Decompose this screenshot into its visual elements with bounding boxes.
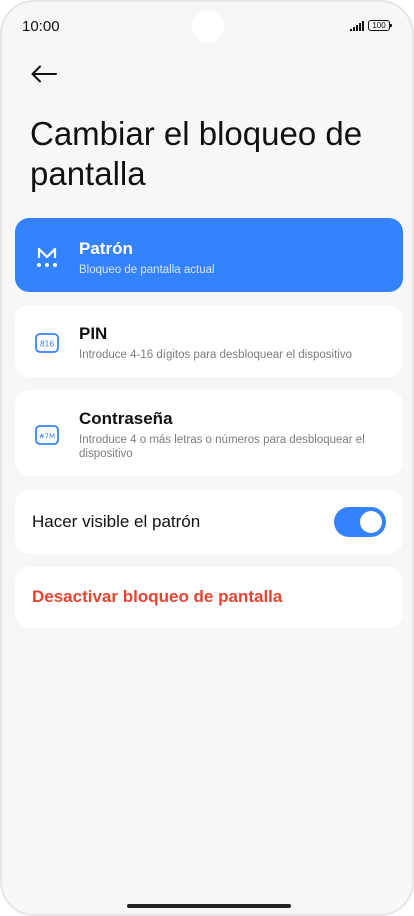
pattern-icon: [35, 245, 59, 269]
status-bar: 10:00 100: [2, 2, 412, 50]
option-title: Patrón: [79, 239, 133, 258]
option-password[interactable]: #7M Contraseña Introduce 4 o más letras …: [15, 390, 403, 476]
pin-icon: 816: [35, 331, 59, 355]
option-title: PIN: [79, 324, 108, 343]
battery-icon: 100: [368, 20, 392, 31]
option-password-text: Contraseña Introduce 4 o más letras o nú…: [79, 408, 393, 461]
signal-icon: [350, 20, 364, 31]
option-title: Contraseña: [79, 409, 173, 428]
option-description: Bloqueo de pantalla actual: [79, 264, 215, 276]
pin-icon-text: 816: [40, 340, 55, 349]
visible-pattern-row: Hacer visible el patrón: [15, 490, 403, 554]
back-button[interactable]: [28, 60, 60, 88]
option-pin[interactable]: 816 PIN Introduce 4-16 dígitos para desb…: [15, 305, 403, 377]
disable-lock-button[interactable]: Desactivar bloqueo de pantalla: [15, 567, 403, 628]
option-pin-text: PIN Introduce 4-16 dígitos para desbloqu…: [79, 323, 393, 362]
option-description: Introduce 4-16 dígitos para desbloquear …: [79, 349, 352, 361]
arrow-left-icon: [31, 65, 57, 83]
phone-screen: 10:00 100 Cambiar el bloqueo de pantalla: [0, 0, 414, 916]
toggle-knob: [360, 511, 382, 533]
visible-pattern-toggle[interactable]: [334, 507, 386, 537]
option-description: Introduce 4 o más letras o números para …: [79, 434, 365, 460]
status-time: 10:00: [22, 18, 60, 35]
status-icons: 100: [350, 20, 392, 31]
camera-cutout: [192, 11, 224, 43]
visible-pattern-label: Hacer visible el patrón: [32, 512, 201, 531]
home-indicator[interactable]: [127, 904, 291, 908]
password-icon-text: #7M: [39, 433, 55, 441]
option-pattern[interactable]: Patrón Bloqueo de pantalla actual: [15, 218, 403, 292]
disable-lock-label: Desactivar bloqueo de pantalla: [32, 587, 283, 606]
option-pattern-text: Patrón Bloqueo de pantalla actual: [79, 238, 393, 277]
page-title: Cambiar el bloqueo de pantalla: [30, 115, 363, 192]
password-icon: #7M: [35, 423, 59, 447]
